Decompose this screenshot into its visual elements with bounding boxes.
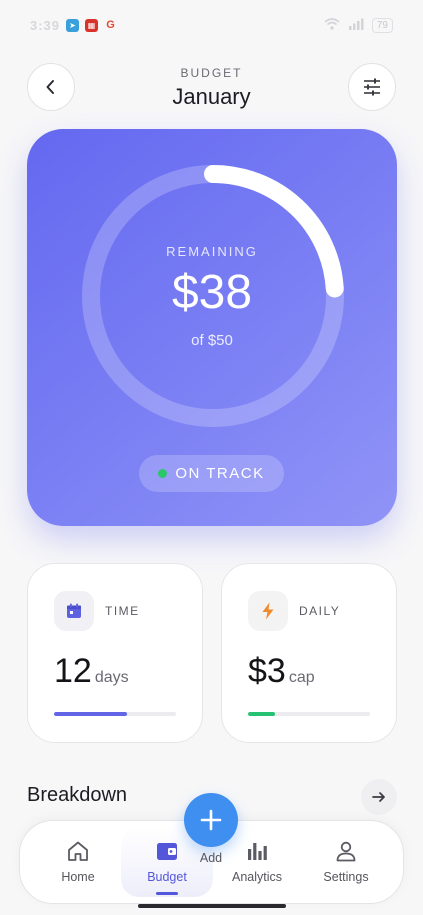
breakdown-title: Breakdown — [27, 784, 128, 806]
time-stat-card[interactable]: TIME 12 days — [27, 563, 203, 743]
status-text: ON TRACK — [175, 465, 265, 482]
signal-icon — [348, 18, 364, 33]
status-badge: ON TRACK — [139, 455, 284, 492]
time-value: 12 days — [54, 652, 129, 691]
home-indicator — [138, 904, 286, 908]
nav-label-home: Home — [61, 870, 95, 884]
nav-label-budget: Budget — [147, 870, 187, 884]
daily-stat-card[interactable]: DAILY $3 cap — [221, 563, 397, 743]
nav-active-indicator — [156, 892, 178, 895]
daily-progress-bar — [248, 712, 370, 716]
calendar-icon: ▦ — [85, 18, 99, 32]
lightning-icon — [262, 602, 274, 620]
sliders-icon — [364, 78, 380, 96]
time-number: 12 — [54, 652, 92, 690]
wifi-icon — [324, 17, 340, 33]
plus-icon — [200, 809, 222, 831]
time-progress-bar — [54, 712, 176, 716]
add-button[interactable] — [184, 793, 238, 847]
budget-total: of $50 — [191, 332, 233, 349]
time-unit: days — [94, 669, 129, 686]
home-icon — [66, 838, 90, 864]
nav-item-settings[interactable]: Settings — [306, 821, 386, 905]
calendar-icon — [67, 603, 81, 618]
telegram-icon: ➤ — [66, 18, 80, 32]
breakdown-more-button[interactable] — [361, 779, 397, 815]
time-icon-box — [54, 591, 94, 631]
status-time: 3:39 — [30, 17, 61, 33]
status-left: 3:39 ➤ ▦ G — [30, 18, 117, 33]
wallet-icon — [155, 838, 179, 864]
daily-value: $3 cap — [248, 652, 315, 691]
nav-label-settings: Settings — [323, 870, 369, 884]
daily-unit: cap — [288, 669, 315, 686]
daily-progress-fill — [248, 712, 275, 716]
daily-number: $3 — [248, 652, 286, 690]
status-bar: 3:39 ➤ ▦ G 79 — [0, 0, 423, 50]
remaining-label: REMAINING — [166, 244, 258, 259]
daily-label: DAILY — [299, 604, 341, 618]
remaining-value: $38 — [171, 266, 253, 319]
status-right: 79 — [324, 17, 393, 33]
filter-button[interactable] — [348, 63, 396, 111]
budget-hero-card: REMAINING $38 of $50 ON TRACK — [27, 129, 397, 526]
bar-chart-icon — [245, 838, 269, 864]
nav-label-analytics: Analytics — [231, 870, 283, 884]
time-label: TIME — [105, 604, 140, 618]
google-icon: G — [106, 19, 115, 31]
daily-icon-box — [248, 591, 288, 631]
time-progress-fill — [54, 712, 128, 716]
add-label: Add — [199, 851, 223, 865]
arrow-right-icon — [372, 792, 385, 802]
user-icon — [334, 838, 358, 864]
nav-item-home[interactable]: Home — [38, 821, 118, 905]
battery-indicator: 79 — [371, 17, 393, 33]
status-dot — [158, 469, 168, 478]
